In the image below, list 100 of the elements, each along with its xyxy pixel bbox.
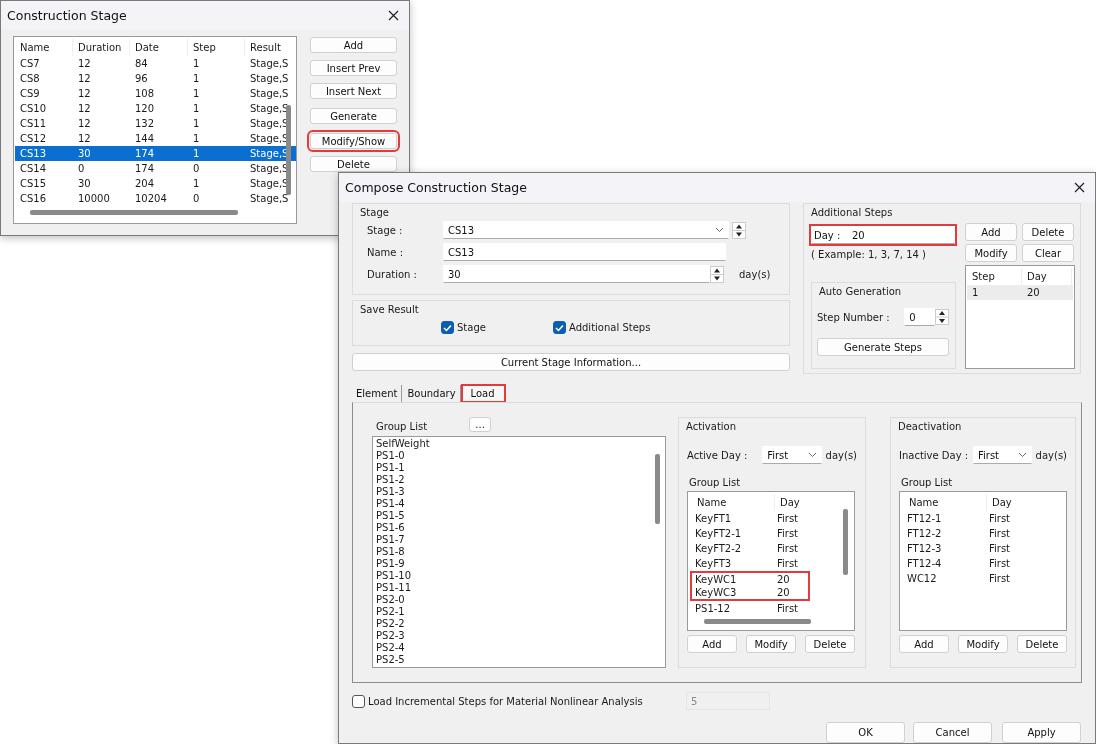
spinner-icon[interactable] [935,309,949,325]
spinner-icon[interactable] [710,265,724,283]
dialog-button[interactable]: Modify/Show [310,133,397,149]
checkbox[interactable] [441,321,454,334]
dialog-button[interactable]: OK [826,722,905,743]
list-item[interactable]: PS1-1 [373,462,665,474]
table-row[interactable]: 1 20 [967,285,1073,300]
list-item[interactable]: PS2-3 [373,630,665,642]
day-dropdown[interactable]: First [973,446,1032,464]
info-button[interactable]: Current Stage Information... [352,353,790,371]
list-item[interactable]: PS2-2 [373,618,665,630]
dialog-button[interactable]: Add [310,37,397,53]
table-row[interactable]: KeyWC1 20 [690,571,810,586]
close-icon[interactable] [388,9,399,21]
dialog-button[interactable]: Apply [1002,722,1081,743]
column-header[interactable]: Date [130,39,188,56]
table-row[interactable]: FT12-2 First [902,526,1022,541]
column-header[interactable]: Result [245,39,296,56]
name-field[interactable]: CS13 [443,243,726,261]
dialog-button[interactable]: Add [687,635,737,653]
dialog-button[interactable]: Insert Next [310,83,397,99]
table-cell-text: FT12-1 [906,513,943,524]
dialog-button[interactable]: Modify [965,244,1017,262]
column-header[interactable]: Duration [73,39,130,56]
list-item[interactable]: PS2-0 [373,594,665,606]
table-row[interactable]: KeyFT1 First [690,511,810,526]
dialog-button[interactable]: Delete [1022,223,1074,241]
column-header[interactable]: Step [188,39,245,56]
list-item[interactable]: SelfWeight [373,438,665,450]
dialog-button[interactable]: Modify [958,635,1008,653]
column-header[interactable]: Name [692,494,775,511]
list-item[interactable]: PS2-4 [373,642,665,654]
list-item[interactable]: PS1-11 [373,582,665,594]
list-item[interactable]: PS1-7 [373,534,665,546]
table-row[interactable]: FT12-1 First [902,511,1022,526]
table-cell-text: First [989,543,1012,554]
table-row[interactable]: FT12-3 First [902,541,1022,556]
step-number-field[interactable]: 0 [904,308,935,326]
table-cell-text: First [777,558,800,569]
scrollbar-thumb[interactable] [704,619,811,624]
list-item[interactable]: PS1-3 [373,486,665,498]
dialog-button[interactable]: Cancel [913,722,992,743]
day-dropdown[interactable]: First [762,446,822,464]
list-item[interactable]: PS1-0 [373,450,665,462]
table-row[interactable]: KeyFT2-2 First [690,541,810,556]
checkbox[interactable] [352,694,365,708]
table-row[interactable]: CS7 12 84 1 Stage,S [15,56,296,71]
scrollbar-thumb[interactable] [286,105,291,195]
dialog-button[interactable]: Add [899,635,949,653]
table-row[interactable]: PS1-12 First [690,601,810,616]
close-icon[interactable] [1074,182,1085,193]
list-item[interactable]: PS1-2 [373,474,665,486]
dialog-button[interactable]: Modify [746,635,796,653]
list-item[interactable]: PS1-8 [373,546,665,558]
column-header[interactable]: Name [904,494,987,511]
day-field[interactable]: Day : 20 [811,226,955,244]
spinner-icon[interactable] [732,221,746,239]
table-row[interactable]: CS8 12 96 1 Stage,S [15,71,296,86]
list-item[interactable]: PS1-5 [373,510,665,522]
browse-button[interactable]: ... [469,417,492,432]
table-row[interactable]: KeyFT2-1 First [690,526,810,541]
stage-dropdown[interactable]: CS13 [443,221,729,239]
caret-icon [807,452,817,458]
dialog-button[interactable]: Clear [1022,244,1074,262]
table-row[interactable]: KeyFT3 First [690,556,810,571]
dialog-button[interactable]: Delete [805,635,855,653]
field-label: Stage : [367,224,404,236]
tab[interactable]: Load [461,385,505,402]
table-cell-text: 144 [134,133,156,144]
dialog-button[interactable]: Generate Steps [817,338,949,356]
list-item[interactable]: PS2-1 [373,606,665,618]
column-header[interactable]: Day [987,494,1066,511]
dialog-button[interactable]: Generate [310,108,397,124]
checkbox[interactable] [553,321,566,334]
dialog-button[interactable]: Add [965,223,1017,241]
table-row[interactable]: WC12 First [902,571,1022,586]
list-item[interactable]: PS2-5 [373,654,665,666]
table-row[interactable]: KeyWC3 20 [690,586,810,601]
list-item[interactable]: PS1-9 [373,558,665,570]
table-cell-text: 84 [134,58,149,69]
column-header[interactable]: Name [15,39,73,56]
scrollbar-thumb[interactable] [843,509,848,575]
group-title: Stage [359,207,390,218]
list-item[interactable]: PS1-4 [373,498,665,510]
list-item[interactable]: PS1-10 [373,570,665,582]
table-row[interactable]: CS16 10000 10204 0 Stage,S [15,191,296,206]
table-cell-text: KeyFT2-1 [694,528,743,539]
scrollbar-thumb[interactable] [30,210,238,215]
checkbox-label: Additional Steps [569,322,651,333]
group-title: Auto Generation [818,286,903,297]
table-cell-text: 1 [192,178,201,189]
duration-field[interactable]: 30 [443,265,710,283]
table-row[interactable]: CS9 12 108 1 Stage,S [15,86,296,101]
dialog-button[interactable]: Delete [1017,635,1067,653]
table-row[interactable]: FT12-4 First [902,556,1022,571]
scrollbar-thumb[interactable] [655,454,660,524]
table-cell-text: First [777,603,800,614]
dialog-button[interactable]: Insert Prev [310,60,397,76]
dialog-button[interactable]: Delete [310,156,397,172]
list-item[interactable]: PS1-6 [373,522,665,534]
